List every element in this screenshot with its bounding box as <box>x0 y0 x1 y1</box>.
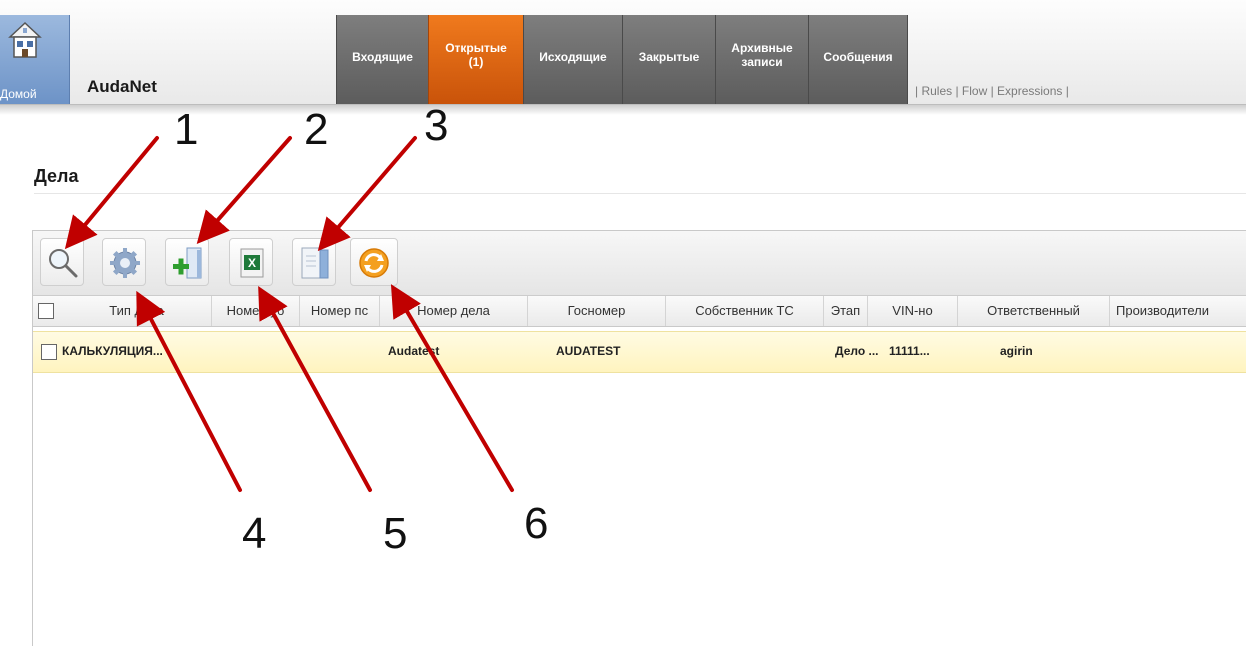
annotation-4: 4 <box>242 509 267 558</box>
annotation-arrows <box>64 136 514 492</box>
arrow-4 <box>136 290 242 492</box>
annotation-1: 1 <box>174 105 199 154</box>
arrow-3 <box>317 136 417 252</box>
arrow-6 <box>390 284 514 492</box>
arrow-1 <box>64 136 159 250</box>
annotation-3: 3 <box>424 101 449 150</box>
annotation-2: 2 <box>304 105 329 154</box>
arrow-5 <box>258 285 372 492</box>
annotation-6: 6 <box>524 499 549 548</box>
arrow-2 <box>196 136 292 245</box>
annotation-5: 5 <box>383 509 408 558</box>
